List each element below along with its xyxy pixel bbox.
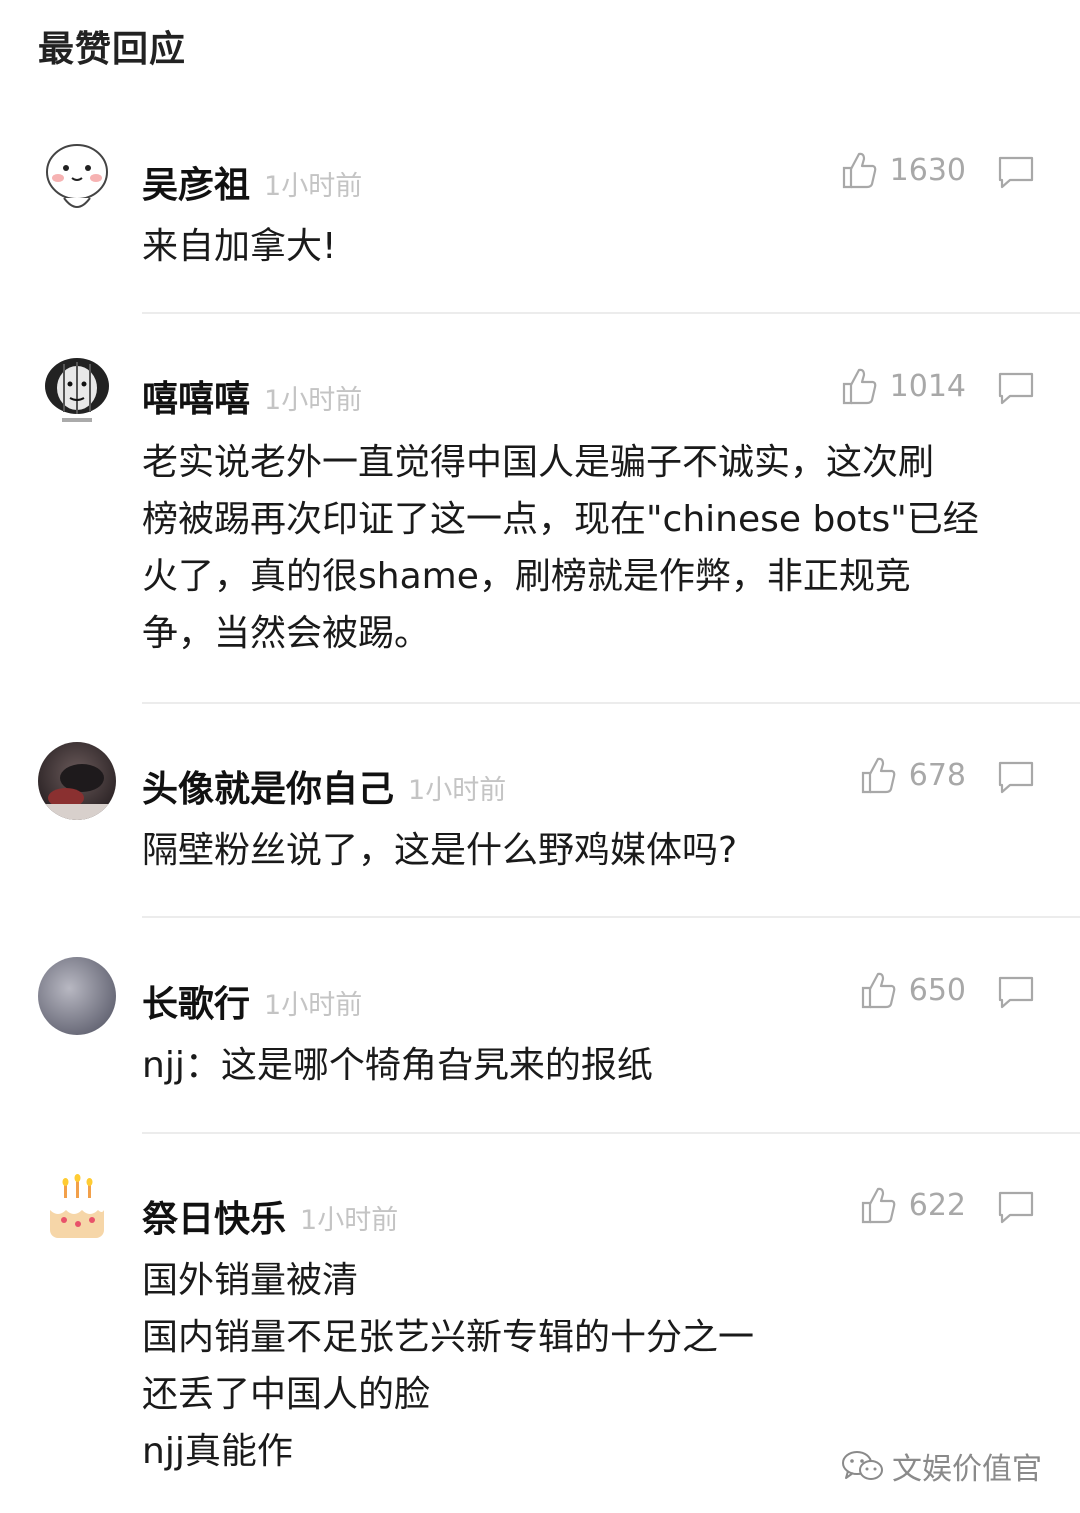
username[interactable]: 长歌行 1小时前 xyxy=(142,975,362,1027)
comment-text: njj：这是哪个犄角旮旯来的报纸 xyxy=(142,1045,653,1086)
username[interactable]: 吴彦祖 1小时前 xyxy=(142,156,362,208)
reply-icon[interactable] xyxy=(996,154,1036,194)
timestamp: 1小时前 xyxy=(408,775,507,806)
divider xyxy=(142,702,1080,704)
username[interactable]: 嘻嘻嘻 1小时前 xyxy=(142,370,362,422)
comment-text: 老实说老外一直觉得中国人是骗子不诚实，这次刷 榜被踢再次印证了这一点，现在"ch… xyxy=(142,442,979,654)
divider xyxy=(142,916,1080,918)
like-count: 678 xyxy=(908,757,966,793)
watermark: 文娱价值官 xyxy=(840,1444,1042,1488)
like-count: 1014 xyxy=(889,368,966,404)
comment-text: 来自加拿大! xyxy=(142,226,337,267)
like-button[interactable]: 678 xyxy=(859,755,966,795)
timestamp: 1小时前 xyxy=(264,385,363,416)
reply-icon[interactable] xyxy=(996,759,1036,799)
thumbs-up-icon xyxy=(861,757,896,794)
like-button[interactable]: 1630 xyxy=(840,150,966,190)
like-count: 650 xyxy=(908,972,966,1008)
photo-avatar[interactable] xyxy=(38,742,116,820)
timestamp: 1小时前 xyxy=(264,171,363,202)
thumbs-up-icon xyxy=(842,152,876,189)
birthday-cake-avatar[interactable] xyxy=(38,1172,116,1250)
meme-face-avatar[interactable] xyxy=(38,352,116,430)
cartoon-face-avatar[interactable] xyxy=(38,138,116,216)
divider xyxy=(142,1132,1080,1134)
timestamp: 1小时前 xyxy=(300,1205,399,1236)
divider xyxy=(142,312,1080,314)
username[interactable]: 祭日快乐 1小时前 xyxy=(142,1190,398,1242)
timestamp: 1小时前 xyxy=(264,990,363,1021)
watermark-text: 文娱价值官 xyxy=(892,1452,1042,1487)
comment-text: 隔壁粉丝说了，这是什么野鸡媒体吗? xyxy=(142,830,738,871)
like-button[interactable]: 650 xyxy=(859,970,966,1010)
section-title: 最赞回应 xyxy=(38,29,187,70)
like-button[interactable]: 622 xyxy=(859,1185,966,1225)
reply-icon[interactable] xyxy=(996,974,1036,1014)
like-count: 1630 xyxy=(889,152,966,188)
like-button[interactable]: 1014 xyxy=(840,366,966,406)
thumbs-up-icon xyxy=(842,368,876,405)
username[interactable]: 头像就是你自己 1小时前 xyxy=(142,760,506,812)
thumbs-up-icon xyxy=(861,1187,896,1224)
reply-icon[interactable] xyxy=(996,370,1036,410)
thumbs-up-icon xyxy=(861,972,896,1009)
like-count: 622 xyxy=(908,1187,966,1223)
gray-sky-avatar[interactable] xyxy=(38,957,116,1035)
reply-icon[interactable] xyxy=(996,1189,1036,1229)
wechat-icon xyxy=(842,1451,883,1480)
